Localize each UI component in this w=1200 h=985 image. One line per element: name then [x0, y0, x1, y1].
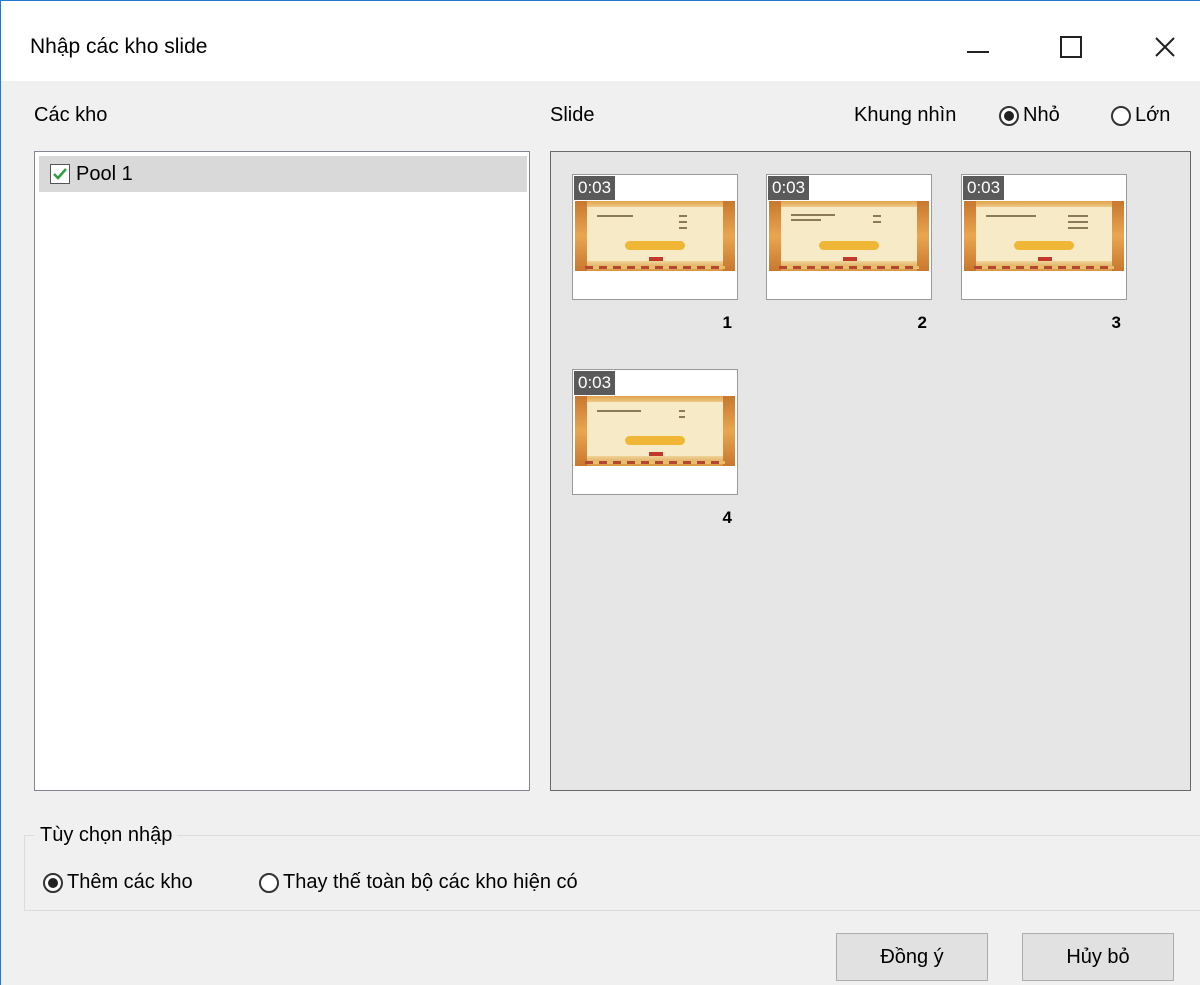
slide-number: 2 [917, 313, 927, 332]
import-options-title: Tùy chọn nhập [34, 824, 178, 847]
view-small-radio[interactable]: Nhỏ [999, 104, 1060, 127]
pool-checkbox[interactable] [50, 164, 70, 184]
slide-thumbnail[interactable]: 0:03 [766, 174, 932, 300]
radio-selected-icon [43, 872, 63, 893]
pool-list[interactable]: Pool 1 [34, 151, 530, 791]
slide-thumbnail[interactable]: 0:03 [961, 174, 1127, 300]
view-label: Khung nhìn [854, 104, 957, 126]
pools-label: Các kho [34, 104, 108, 126]
checkmark-icon [53, 168, 67, 180]
slide-duration-badge: 0:03 [574, 371, 616, 395]
maximize-icon [1060, 36, 1082, 58]
maximize-button[interactable] [1040, 21, 1102, 73]
slide-preview-image [769, 201, 929, 271]
slide-duration-badge: 0:03 [963, 176, 1005, 200]
replace-pools-radio[interactable]: Thay thế toàn bộ các kho hiện có [259, 871, 578, 894]
ok-button[interactable]: Đồng ý [836, 933, 988, 981]
replace-pools-label: Thay thế toàn bộ các kho hiện có [283, 871, 578, 893]
minimize-icon [967, 51, 989, 53]
view-large-label: Lớn [1135, 104, 1171, 126]
slide-number: 1 [722, 313, 732, 332]
minimize-button[interactable] [947, 21, 1009, 73]
add-pools-radio[interactable]: Thêm các kho [43, 871, 193, 894]
slide-preview-image [575, 201, 735, 271]
slide-preview-image [964, 201, 1124, 271]
slide-thumbnail[interactable]: 0:03 [572, 174, 738, 300]
radio-unselected-icon [1111, 105, 1131, 126]
slide-preview-image [575, 396, 735, 466]
slide-duration-badge: 0:03 [574, 176, 616, 200]
import-pools-dialog: Nhập các kho slide Các kho Slide Khung n… [0, 0, 1200, 985]
import-options-group [24, 835, 1200, 911]
add-pools-label: Thêm các kho [67, 871, 193, 893]
view-small-label: Nhỏ [1023, 104, 1060, 126]
slide-duration-badge: 0:03 [768, 176, 810, 200]
view-large-radio[interactable]: Lớn [1111, 104, 1170, 127]
slide-number: 3 [1111, 313, 1121, 332]
slides-label: Slide [550, 104, 595, 126]
radio-selected-icon [999, 105, 1019, 126]
pool-item-label: Pool 1 [76, 162, 133, 185]
close-button[interactable] [1134, 21, 1196, 73]
pool-list-item[interactable]: Pool 1 [39, 156, 527, 192]
window-title: Nhập các kho slide [30, 35, 208, 58]
radio-unselected-icon [259, 872, 279, 893]
close-icon [1155, 37, 1175, 57]
cancel-button[interactable]: Hủy bỏ [1022, 933, 1174, 981]
slide-number: 4 [722, 508, 732, 527]
title-bar: Nhập các kho slide [1, 1, 1200, 81]
slide-thumbnail[interactable]: 0:03 [572, 369, 738, 495]
slide-thumbnail-pane[interactable]: 0:03 1 0:03 2 0:03 3 0:03 4 [550, 151, 1191, 791]
